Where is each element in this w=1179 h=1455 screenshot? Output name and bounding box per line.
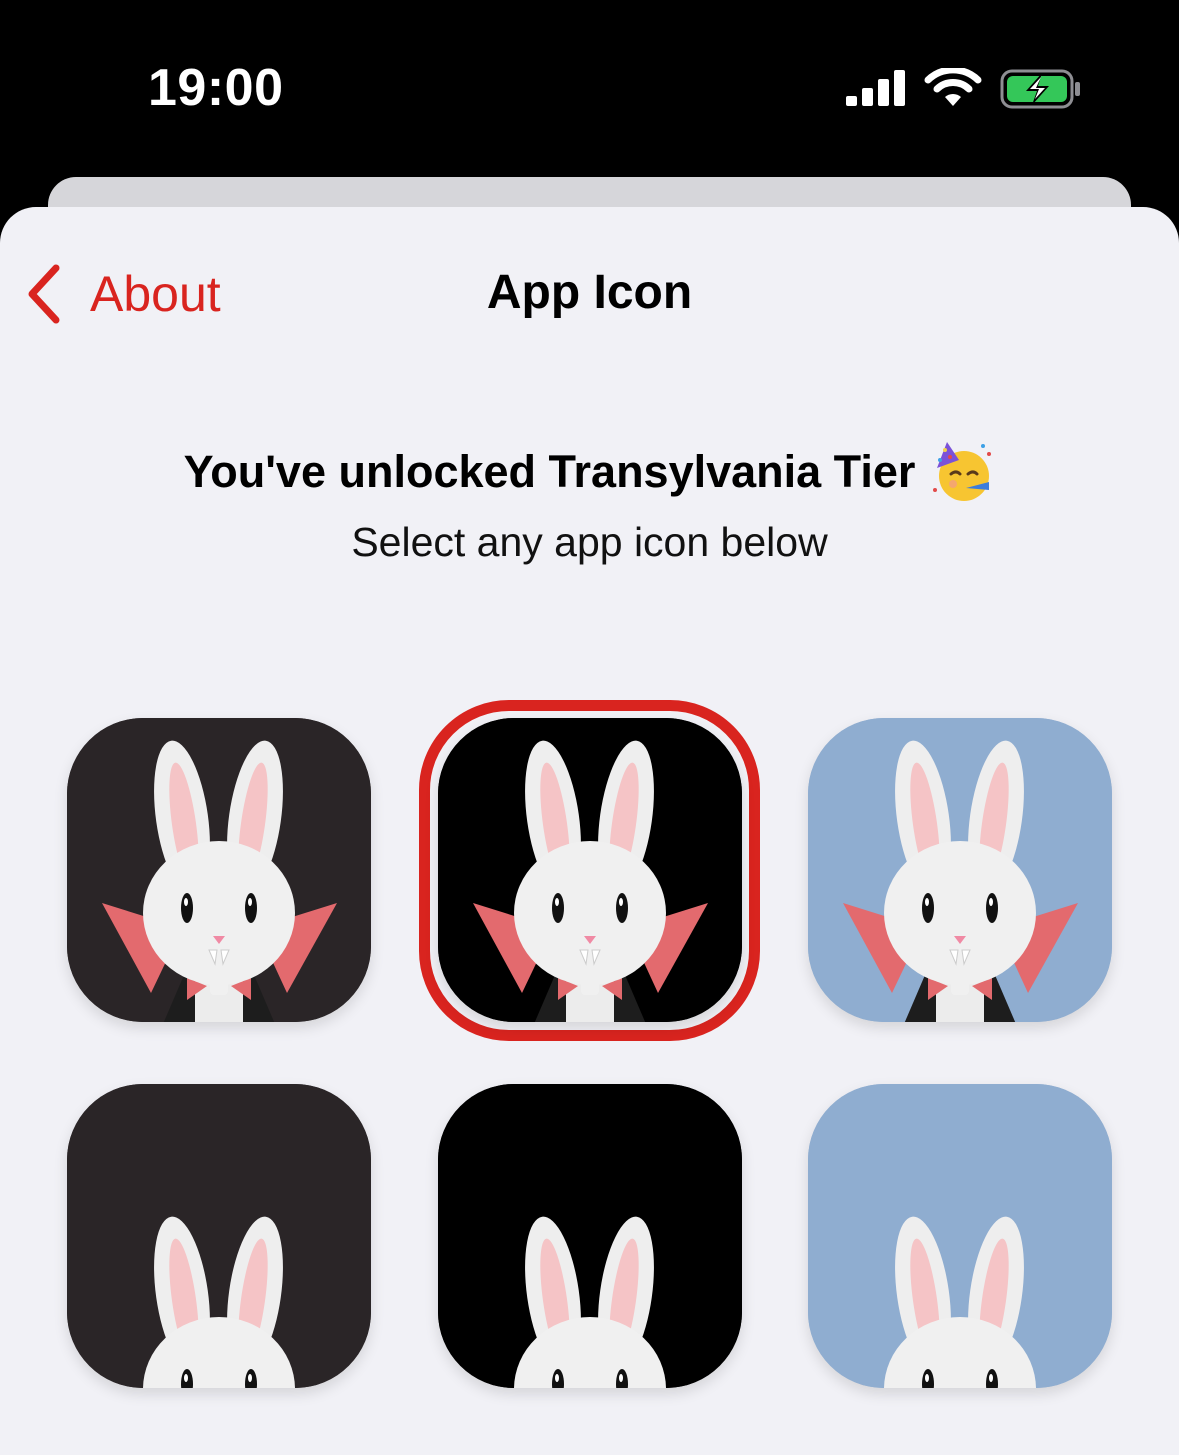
status-time: 19:00 bbox=[148, 59, 284, 117]
app-icon-option-dark-4[interactable] bbox=[67, 1084, 371, 1388]
cellular-signal-icon bbox=[846, 70, 905, 106]
vampire-bunny-illustration bbox=[808, 1084, 1112, 1388]
vampire-bunny-illustration bbox=[438, 718, 742, 1022]
app-icon-sheet: About App Icon You've unlocked Transylva… bbox=[0, 207, 1179, 1455]
vampire-bunny-illustration bbox=[67, 718, 371, 1022]
app-icon-option-black-5[interactable] bbox=[438, 1084, 742, 1388]
partying-face-icon bbox=[933, 442, 992, 501]
app-icon-option-blue-3[interactable] bbox=[808, 718, 1112, 1022]
vampire-bunny-illustration bbox=[438, 1084, 742, 1388]
headline-text: You've unlocked Transylvania Tier bbox=[183, 446, 916, 497]
page-title: App Icon bbox=[486, 266, 693, 319]
vampire-bunny-illustration bbox=[808, 718, 1112, 1022]
app-icon-option-dark-1[interactable] bbox=[67, 718, 371, 1022]
battery-charging-icon bbox=[1000, 69, 1080, 109]
vampire-bunny-illustration bbox=[67, 1084, 371, 1388]
unlock-headline: You've unlocked Transylvania Tier bbox=[0, 440, 1179, 504]
app-icon-option-black-2[interactable] bbox=[438, 718, 742, 1022]
app-icon-option-blue-6[interactable] bbox=[808, 1084, 1112, 1388]
status-bar: 19:00 bbox=[0, 0, 1179, 178]
unlock-subline: Select any app icon below bbox=[351, 519, 828, 565]
wifi-icon bbox=[924, 68, 982, 106]
navigation-bar: About App Icon bbox=[0, 207, 1179, 377]
